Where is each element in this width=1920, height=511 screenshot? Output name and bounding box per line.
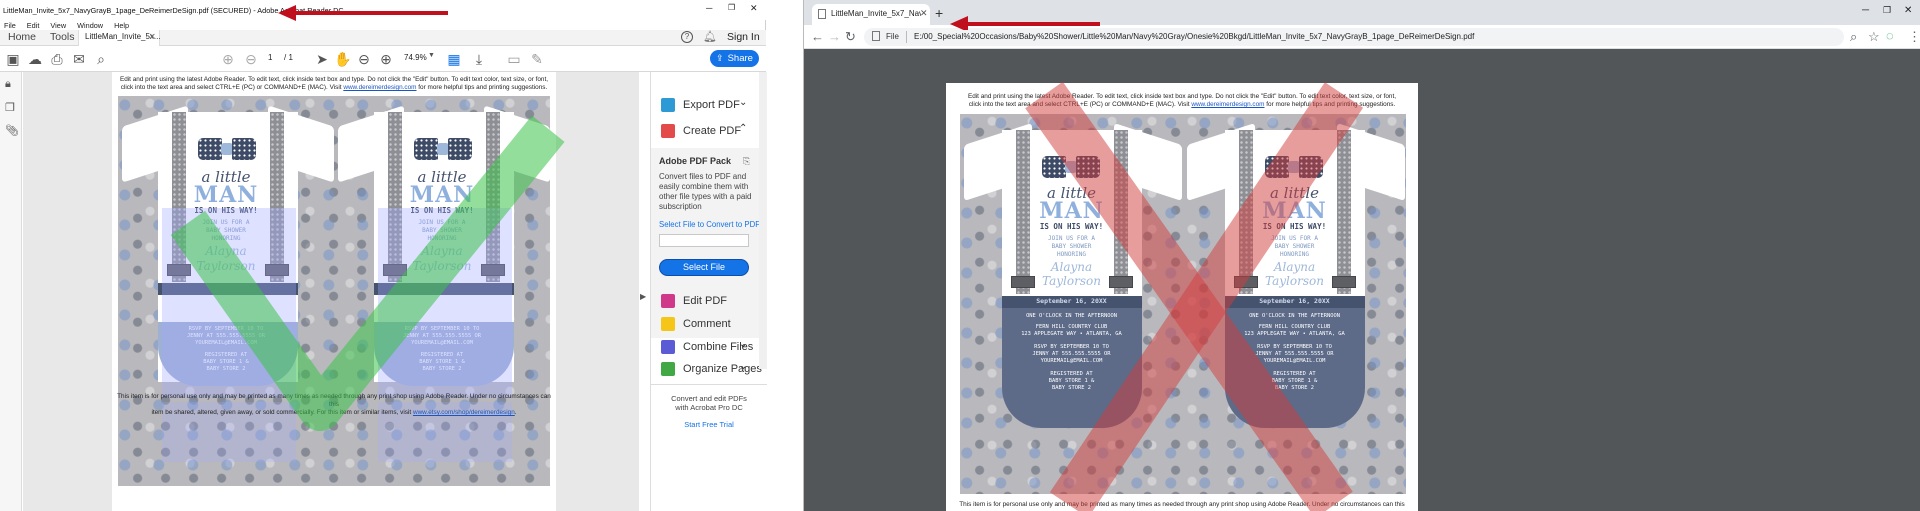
edit-pdf-tool[interactable]: Edit PDF [661,294,727,308]
file-path-input[interactable] [659,234,749,247]
combine-files-icon [661,340,675,354]
comment-tool[interactable]: Comment [661,317,731,331]
red-arrow-annotation [950,16,1100,30]
organize-pages-icon [661,362,675,376]
acrobat-window: LittleMan_Invite_5x7_NavyGrayB_1page_DeR… [0,0,767,511]
collapse-right-panel-icon[interactable]: ▶ [640,292,646,301]
pack-link-icon[interactable]: ⎘ [743,156,750,167]
start-free-trial-link[interactable]: Start Free Trial [651,420,767,429]
select-file-button[interactable]: Select File [659,259,749,276]
combine-chevron-icon[interactable]: ⌄ [739,339,747,350]
export-pdf-chevron-icon[interactable]: ⌄ [739,97,747,108]
chrome-window: LittleMan_Invite_5x7_NavyGray1 ✕ + ─ ❐ ✕… [803,0,1920,511]
create-pdf-label: Create PDF [683,125,742,137]
pack-description: Convert files to PDF and easily combine … [659,172,752,211]
organize-pages-label: Organize Pages [683,363,762,375]
comment-label: Comment [683,318,731,330]
edit-pdf-icon [661,294,675,308]
red-cross-annotation [1025,81,1364,511]
organize-chevron-icon[interactable]: ⌄ [739,361,747,372]
select-file-label: Select File to Convert to PDF [659,220,760,229]
promo-divider [651,384,767,385]
edit-pdf-label: Edit PDF [683,295,728,307]
create-pdf-icon [661,124,675,138]
export-pdf-icon [661,98,675,112]
red-arrow-annotation [278,5,448,21]
pack-title: Adobe PDF Pack [659,156,732,166]
export-pdf-tool[interactable]: Export PDF [661,98,740,112]
create-pdf-chevron-icon[interactable]: ⌃ [739,123,747,134]
create-pdf-tool[interactable]: Create PDF [661,124,741,138]
promo-text: Convert and edit PDFs with Acrobat Pro D… [671,394,747,412]
export-pdf-label: Export PDF [683,99,740,111]
right-tools-pane: Export PDF ⌄ Create PDF ⌃ Adobe PDF Pack… [650,72,767,511]
right-pane-scrollbar[interactable] [759,72,767,369]
comment-icon [661,317,675,331]
screenshot-gap [767,0,803,511]
